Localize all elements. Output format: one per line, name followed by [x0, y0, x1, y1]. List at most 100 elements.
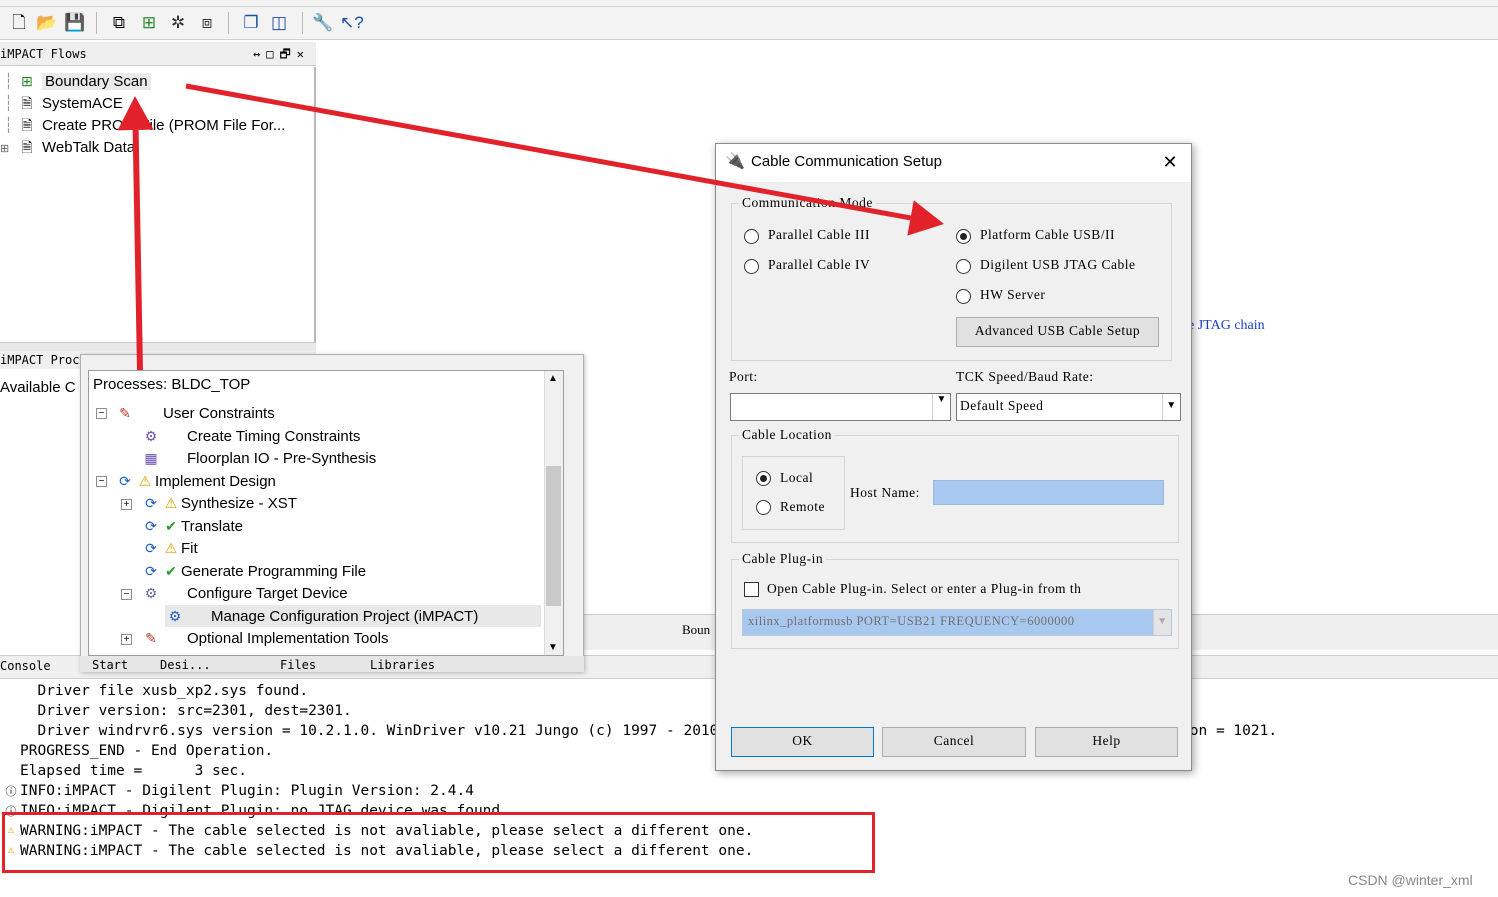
location-subgroup [742, 456, 845, 530]
collapse-icon[interactable]: − [121, 589, 132, 600]
chevron-down-icon[interactable]: ▼ [932, 394, 950, 420]
help-pointer-icon[interactable]: ↖? [340, 12, 364, 34]
console-line: INFO:iMPACT - Digilent Plugin: Plugin Ve… [20, 783, 474, 799]
grid-icon[interactable]: ⊞ [138, 12, 160, 34]
ok-button[interactable]: OK [731, 727, 874, 757]
close-icon[interactable]: ✕ [1158, 150, 1182, 174]
expand-icon[interactable]: + [121, 634, 132, 645]
label-digilent-usb-jtag: Digilent USB JTAG Cable [980, 257, 1136, 272]
process-user-constraints[interactable]: ✎ User Constraints [115, 402, 275, 424]
radio-digilent-usb-jtag[interactable] [956, 259, 971, 274]
panel-controls[interactable]: ↔□🗗✕ [253, 42, 310, 66]
collapse-icon[interactable]: − [96, 476, 107, 487]
process-manage-configuration-project[interactable]: ⚙ Manage Configuration Project (iMPACT) [165, 605, 541, 627]
tab-boundary-scan[interactable]: Boun [682, 622, 710, 638]
processes-tree: Processes: BLDC_TOP − ✎ User Constraints … [88, 370, 564, 656]
port-label: Port: [729, 369, 758, 384]
open-folder-icon[interactable]: 📂 [36, 12, 58, 34]
scroll-down-icon[interactable]: ▼ [548, 642, 558, 653]
process-create-timing-constraints[interactable]: ⚙ Create Timing Constraints [141, 425, 361, 447]
collapse-icon[interactable]: − [96, 408, 107, 419]
refresh-icon: ⟳ [119, 473, 131, 489]
process-optional-implementation-tools[interactable]: ✎ Optional Implementation Tools [141, 627, 388, 649]
port-select[interactable]: ▼ [730, 393, 951, 421]
label-remote: Remote [780, 499, 825, 514]
window-cascade-icon[interactable]: ❐ [240, 12, 262, 34]
cable-plugin-label: Cable Plug-in [739, 551, 827, 567]
warning-highlight-box [2, 812, 875, 873]
save-icon[interactable]: 💾 [64, 12, 86, 34]
check-icon: ✔ [165, 563, 177, 579]
radio-parallel-cable-iii[interactable] [744, 229, 759, 244]
cable-location-label: Cable Location [739, 427, 835, 443]
jtag-chain-link[interactable]: e JTAG chain [1188, 318, 1265, 334]
processes-header: Processes: BLDC_TOP [93, 376, 251, 393]
flow-item-systemace[interactable]: ┆ 🗎 SystemACE [4, 92, 123, 114]
document-icon: 🗎 [21, 95, 33, 111]
expand-icon[interactable]: ⊞ [0, 138, 18, 160]
floorplan-icon: ▦ [144, 450, 158, 466]
flow-item-boundary-scan[interactable]: ┆ ⊞ Boundary Scan [4, 70, 151, 92]
console-line: PROGRESS_END - End Operation. [20, 743, 274, 759]
copy-icon[interactable]: ⧉ [108, 12, 130, 34]
tools-icon: ✎ [145, 630, 157, 646]
radio-platform-cable-usb[interactable] [956, 229, 971, 244]
refresh-icon: ⟳ [145, 518, 157, 534]
impact-icon: ⚙ [168, 608, 182, 624]
toolbar: 🗋 📂 💾 ⧉ ⊞ ✲ ⧈ ❐ ◫ 🔧 ↖? [0, 0, 1498, 40]
label-platform-cable-usb: Platform Cable USB/II [980, 227, 1115, 242]
tab-start[interactable]: Start [92, 658, 128, 672]
label-parallel-cable-iv: Parallel Cable IV [768, 257, 871, 272]
processes-tabs: Start Desi... Files Libraries [80, 656, 584, 672]
tck-speed-select[interactable]: Default Speed ▼ [956, 393, 1181, 421]
open-cable-plugin-label: Open Cable Plug-in. Select or enter a Pl… [767, 581, 1082, 596]
check-icon: ✔ [165, 518, 177, 534]
chevron-down-icon[interactable]: ▼ [1153, 610, 1171, 635]
tck-speed-label: TCK Speed/Baud Rate: [956, 369, 1094, 384]
window-tile-icon[interactable]: ◫ [268, 12, 290, 34]
scroll-up-icon[interactable]: ▲ [548, 373, 558, 384]
warning-icon: ⚠ [164, 540, 178, 556]
tab-design[interactable]: Desi... [160, 658, 211, 672]
dialog-title: Cable Communication Setup [751, 153, 942, 170]
expand-icon[interactable]: + [121, 499, 132, 510]
constraints-icon: ✎ [119, 405, 131, 421]
chevron-down-icon[interactable]: ▼ [1162, 394, 1180, 420]
flow-item-webtalk[interactable]: ⊞ 🗎 WebTalk Data [0, 136, 135, 158]
configure-icon: ⚙ [144, 585, 158, 601]
process-floorplan-io[interactable]: ▦ Floorplan IO - Pre-Synthesis [141, 447, 376, 469]
flows-panel-title: iMPACT Flows ↔□🗗✕ [0, 42, 316, 66]
scrollbar-thumb[interactable] [546, 466, 561, 606]
chip-icon[interactable]: ⧈ [196, 12, 218, 34]
radio-remote[interactable] [756, 500, 771, 515]
tab-libraries[interactable]: Libraries [370, 658, 435, 672]
process-fit[interactable]: ⟳ ⚠ Fit [141, 537, 198, 559]
warning-icon: ⚠ [138, 473, 152, 489]
refresh-icon: ⟳ [145, 563, 157, 579]
radio-parallel-cable-iv[interactable] [744, 259, 759, 274]
document-icon: 🗎 [21, 117, 33, 133]
label-local: Local [780, 470, 814, 485]
process-implement-design[interactable]: ⟳ ⚠ Implement Design [115, 470, 276, 492]
panel-splitter[interactable] [0, 343, 316, 351]
radio-hw-server[interactable] [956, 289, 971, 304]
console-line: Elapsed time = 3 sec. [20, 763, 247, 779]
wrench-icon[interactable]: 🔧 [312, 12, 334, 34]
info-icon: ⓘ [5, 785, 17, 798]
tab-files[interactable]: Files [280, 658, 316, 672]
cancel-button[interactable]: Cancel [882, 727, 1026, 757]
open-cable-plugin-checkbox[interactable] [744, 582, 759, 597]
flow-item-create-prom[interactable]: ┆ 🗎 Create PROM File (PROM File For... [4, 114, 285, 136]
advanced-usb-cable-setup-button[interactable]: Advanced USB Cable Setup [956, 317, 1159, 347]
host-name-input[interactable] [933, 480, 1164, 505]
process-configure-target-device[interactable]: ⚙ Configure Target Device [141, 582, 348, 604]
plugin-select[interactable]: xilinx_platformusb PORT=USB21 FREQUENCY=… [742, 609, 1172, 636]
process-generate-programming-file[interactable]: ⟳ ✔ Generate Programming File [141, 560, 366, 582]
radio-local[interactable] [756, 471, 771, 486]
comm-mode-label: Communication Mode [739, 195, 876, 211]
help-button[interactable]: Help [1035, 727, 1178, 757]
process-synthesize-xst[interactable]: ⟳ ⚠ Synthesize - XST [141, 492, 297, 514]
new-file-icon[interactable]: 🗋 [8, 12, 30, 34]
process-translate[interactable]: ⟳ ✔ Translate [141, 515, 243, 537]
chip-star-icon[interactable]: ✲ [167, 12, 189, 34]
